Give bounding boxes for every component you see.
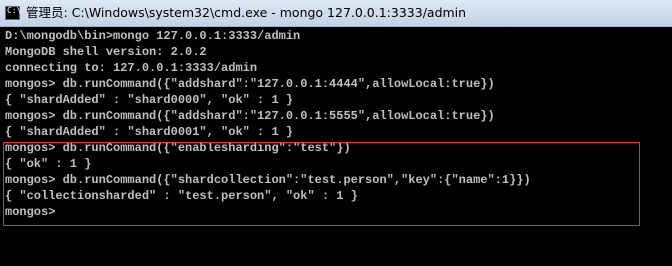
console-line: connecting to: 127.0.0.1:3333/admin — [5, 61, 258, 75]
console-line: { "collectionsharded" : "test.person", "… — [5, 189, 358, 203]
console-line: mongos> db.runCommand({"enablesharding":… — [5, 141, 351, 155]
console-line: mongos> db.runCommand({"shardcollection"… — [5, 173, 531, 187]
cmd-icon-glyph: C:\ — [7, 6, 22, 15]
console-line: { "shardAdded" : "shard0000", "ok" : 1 } — [5, 93, 294, 107]
console-line: { "shardAdded" : "shard0001", "ok" : 1 } — [5, 125, 294, 139]
console-line: D:\mongodb\bin>mongo 127.0.0.1:3333/admi… — [5, 29, 301, 43]
window-title: 管理员: C:\Windows\system32\cmd.exe - mongo… — [26, 5, 467, 20]
console-line: MongoDB shell version: 2.0.2 — [5, 45, 207, 59]
cmd-window: C:\ 管理员: C:\Windows\system32\cmd.exe - m… — [0, 0, 672, 266]
console-line: mongos> db.runCommand({"addshard":"127.0… — [5, 109, 495, 123]
cmd-icon[interactable]: C:\ — [5, 6, 22, 20]
console-prompt[interactable]: mongos> — [5, 204, 672, 220]
title-bar[interactable]: C:\ 管理员: C:\Windows\system32\cmd.exe - m… — [0, 0, 672, 27]
console-line: mongos> db.runCommand({"addshard":"127.0… — [5, 77, 495, 91]
console-line: { "ok" : 1 } — [5, 157, 92, 171]
console-output[interactable]: D:\mongodb\bin>mongo 127.0.0.1:3333/admi… — [0, 27, 672, 266]
